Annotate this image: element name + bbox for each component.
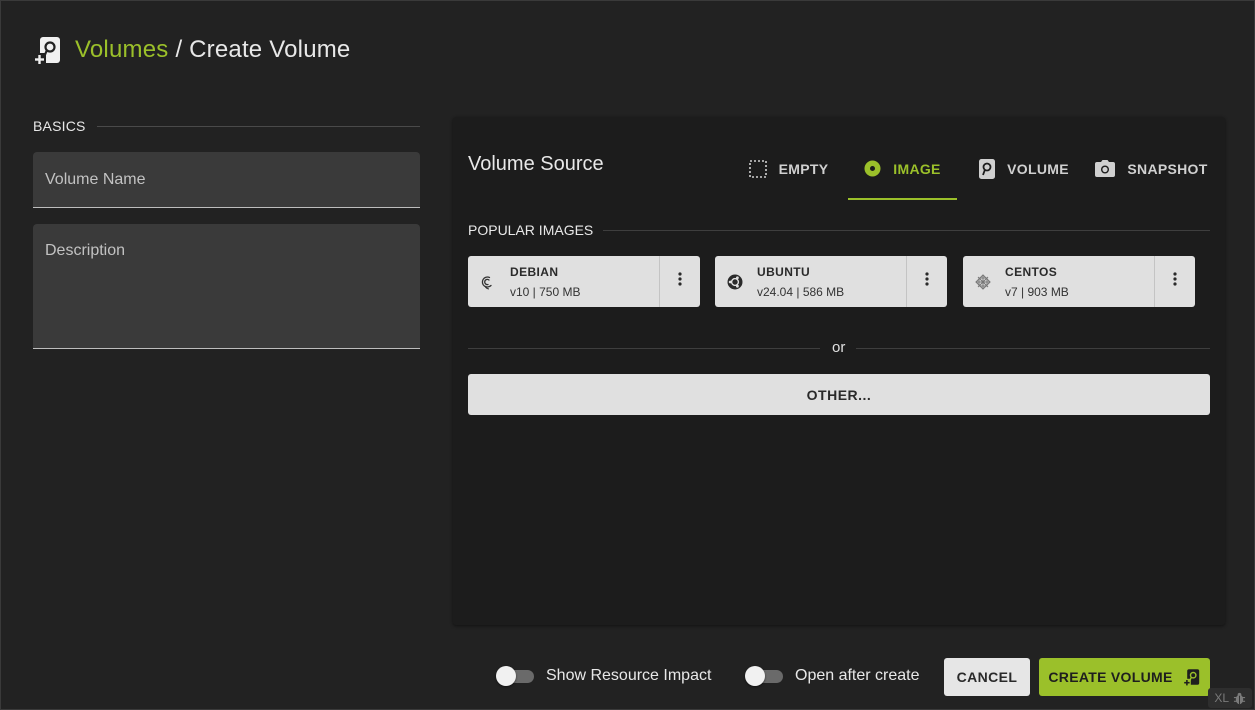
- image-more-button[interactable]: [1154, 256, 1195, 307]
- image-name: DEBIAN: [510, 264, 559, 279]
- volume-icon: [979, 158, 996, 179]
- description-field[interactable]: [33, 224, 420, 349]
- image-meta: v7 | 903 MB: [1005, 284, 1069, 299]
- toggle-switch[interactable]: [496, 664, 534, 688]
- tab-empty[interactable]: EMPTY: [737, 137, 840, 200]
- image-meta: v10 | 750 MB: [510, 284, 581, 299]
- debug-badge[interactable]: XL: [1208, 688, 1252, 708]
- toggle-label: Show Resource Impact: [546, 667, 712, 684]
- breadcrumb-separator: /: [175, 36, 183, 63]
- tab-snapshot-label: SNAPSHOT: [1127, 160, 1208, 177]
- or-divider-right: [856, 348, 1210, 349]
- camera-icon: [1095, 160, 1116, 177]
- cancel-button[interactable]: CANCEL: [944, 658, 1030, 696]
- basics-section-label: BASICS: [33, 118, 86, 134]
- toggle-knob: [745, 666, 765, 686]
- more-vert-icon: [1173, 272, 1177, 291]
- toggle-switch[interactable]: [745, 664, 783, 688]
- more-vert-icon: [925, 272, 929, 291]
- volume-source-panel: Volume Source EMPTY IMAGE VOLUME SNAPSHO…: [453, 117, 1225, 625]
- debian-logo-icon: [478, 272, 498, 292]
- create-volume-label: CREATE VOLUME: [1048, 669, 1173, 685]
- image-meta: v24.04 | 586 MB: [757, 284, 845, 299]
- radio-dot-icon: [864, 160, 881, 177]
- image-card-centos[interactable]: CENTOS v7 | 903 MB: [963, 256, 1195, 307]
- popular-images-label: POPULAR IMAGES: [468, 222, 594, 238]
- page-title: Create Volume: [189, 36, 351, 63]
- tab-volume[interactable]: VOLUME: [963, 137, 1085, 200]
- image-name: UBUNTU: [757, 264, 811, 279]
- image-card-main[interactable]: UBUNTU v24.04 | 586 MB: [715, 256, 906, 307]
- popular-images-divider: [603, 230, 1210, 231]
- ubuntu-logo-icon: [725, 272, 745, 292]
- volume-add-icon: [1182, 668, 1201, 686]
- centos-logo-icon: [973, 272, 993, 292]
- show-resource-impact-toggle[interactable]: Show Resource Impact: [496, 664, 711, 688]
- source-tabs: EMPTY IMAGE VOLUME SNAPSHOT: [737, 137, 1225, 200]
- tab-image-label: IMAGE: [893, 160, 941, 177]
- page-header: Volumes / Create Volume: [33, 34, 350, 66]
- other-image-button[interactable]: OTHER...: [468, 374, 1210, 415]
- image-card-main[interactable]: DEBIAN v10 | 750 MB: [468, 256, 659, 307]
- create-volume-button[interactable]: CREATE VOLUME: [1039, 658, 1210, 696]
- empty-dashed-square-icon: [748, 159, 767, 178]
- image-card-ubuntu[interactable]: UBUNTU v24.04 | 586 MB: [715, 256, 947, 307]
- tab-image[interactable]: IMAGE: [848, 137, 957, 200]
- debug-badge-label: XL: [1214, 691, 1229, 705]
- volume-source-title: Volume Source: [468, 153, 604, 175]
- or-text: or: [832, 339, 846, 356]
- or-divider-left: [468, 348, 820, 349]
- more-vert-icon: [678, 272, 682, 291]
- image-more-button[interactable]: [659, 256, 700, 307]
- bug-icon: [1233, 692, 1246, 705]
- volume-add-icon: [33, 35, 63, 65]
- toggle-label: Open after create: [795, 667, 920, 684]
- image-name: CENTOS: [1005, 264, 1058, 279]
- tab-volume-label: VOLUME: [1007, 160, 1069, 177]
- description-textarea[interactable]: [33, 224, 420, 348]
- volume-name-input[interactable]: [33, 152, 420, 207]
- tab-snapshot[interactable]: SNAPSHOT: [1085, 137, 1218, 200]
- image-card-main[interactable]: CENTOS v7 | 903 MB: [963, 256, 1154, 307]
- tab-empty-label: EMPTY: [778, 160, 829, 177]
- open-after-create-toggle[interactable]: Open after create: [745, 664, 920, 688]
- image-card-debian[interactable]: DEBIAN v10 | 750 MB: [468, 256, 700, 307]
- image-more-button[interactable]: [906, 256, 947, 307]
- volume-name-field[interactable]: [33, 152, 420, 208]
- breadcrumb-volumes-link[interactable]: Volumes: [75, 36, 168, 64]
- basics-divider: [97, 126, 420, 127]
- toggle-knob: [496, 666, 516, 686]
